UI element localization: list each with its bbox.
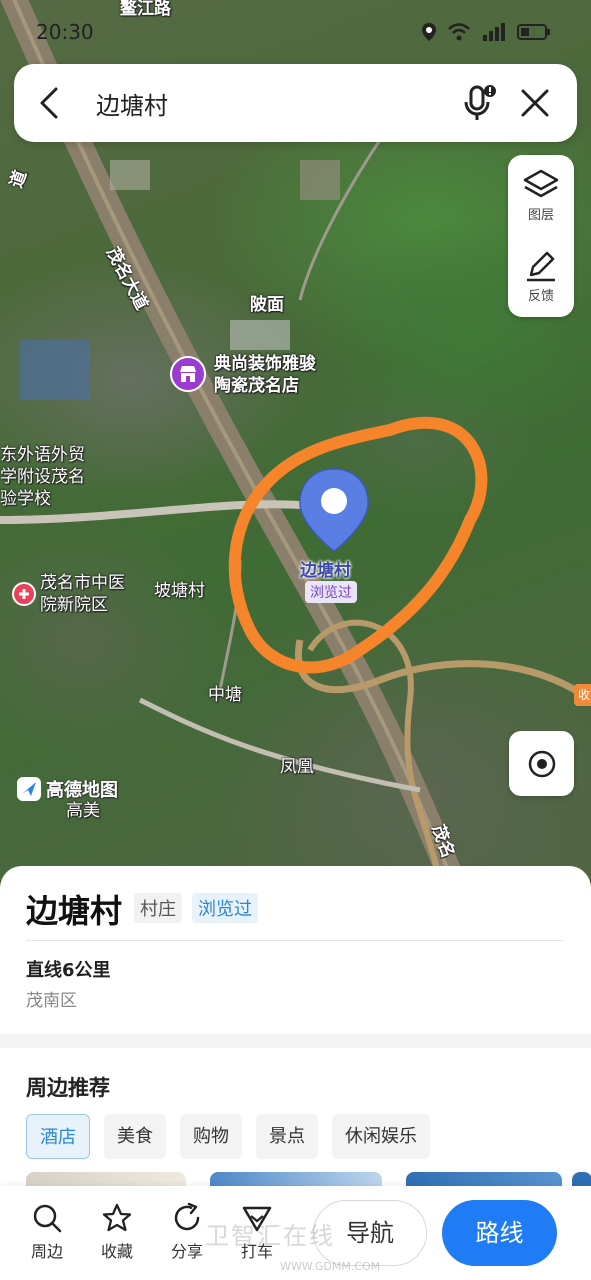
search-bar[interactable]: 边塘村 (14, 64, 577, 142)
map-label-potang: 坡塘村 (154, 581, 205, 601)
microphone-icon (464, 85, 496, 120)
back-arrow-icon (40, 87, 58, 119)
category-tab-scenic[interactable]: 景点 (256, 1114, 318, 1159)
search-query[interactable]: 边塘村 (84, 86, 451, 121)
status-time: 20:30 (36, 20, 94, 44)
map-label-zhongtang: 中塘 (208, 685, 242, 705)
favorite-button[interactable]: 收藏 (89, 1202, 145, 1262)
voice-search-button[interactable] (451, 64, 507, 142)
category-tab-shopping[interactable]: 购物 (180, 1114, 242, 1159)
status-icons (421, 22, 551, 42)
watermark: 卫智汇在线 (205, 1222, 335, 1250)
amap-logo-icon (17, 777, 41, 801)
feedback-pencil-icon (527, 251, 555, 282)
nearby-label: 周边 (30, 1242, 63, 1261)
store-poi-icon[interactable] (170, 356, 206, 392)
section-separator (0, 1034, 591, 1048)
wifi-icon (448, 23, 470, 41)
map-tools: 图层 反馈 (508, 155, 574, 317)
close-icon (521, 89, 549, 117)
watermark-url: WWW.GDMM.COM (280, 1260, 381, 1273)
divider (26, 940, 564, 941)
nearby-title: 周边推荐 (26, 1076, 110, 1100)
place-name: 边塘村 (26, 892, 123, 930)
map-label-lingmian: 陂面 (250, 295, 284, 315)
category-tab-leisure[interactable]: 休闲娱乐 (332, 1114, 430, 1159)
feedback-label: 反馈 (527, 289, 554, 304)
place-type-badge: 村庄 (134, 893, 182, 923)
map-label-poi-store[interactable]: 典尚装饰雅骏 陶瓷茂名店 (214, 353, 316, 397)
favorite-label: 收藏 (100, 1242, 133, 1261)
share-icon (174, 1202, 200, 1231)
route-button[interactable]: 路线 (442, 1200, 557, 1266)
category-tab-food[interactable]: 美食 (104, 1114, 166, 1159)
layers-icon (523, 169, 559, 198)
nearby-categories: 酒店 美食 购物 景点 休闲娱乐 (26, 1114, 430, 1159)
layers-label: 图层 (527, 208, 554, 223)
amap-brand: 高德地图 (16, 776, 118, 802)
search-icon (33, 1204, 62, 1233)
map-label-school[interactable]: 东外语外贸 学附设茂名 验学校 (0, 444, 85, 510)
location-status-icon (422, 23, 436, 41)
signal-icon (483, 23, 505, 41)
pin-viewed-badge: 浏览过 (305, 581, 357, 603)
close-button[interactable] (507, 64, 563, 142)
map-label-fenghuang: 凤凰 (280, 757, 314, 777)
status-bar: 20:30 (0, 0, 591, 64)
locate-icon (528, 750, 555, 777)
layers-button[interactable]: 图层 (508, 155, 574, 236)
category-tab-hotel[interactable]: 酒店 (26, 1114, 90, 1159)
star-icon (102, 1203, 132, 1232)
locate-me-button[interactable] (509, 731, 574, 796)
hospital-icon[interactable] (12, 582, 36, 606)
nearby-button[interactable]: 周边 (19, 1202, 75, 1262)
battery-icon (517, 24, 550, 40)
share-label: 分享 (170, 1242, 203, 1261)
place-distance: 直线6公里 (26, 960, 111, 981)
place-district: 茂南区 (26, 991, 77, 1011)
location-pin-icon[interactable] (298, 467, 370, 557)
viewed-badge: 浏览过 (192, 893, 258, 923)
back-button[interactable] (14, 64, 84, 142)
map-label-hospital[interactable]: 茂名市中医 院新院区 (40, 572, 125, 616)
feedback-button[interactable]: 反馈 (508, 236, 574, 317)
map-edge-tag[interactable]: 收 (574, 684, 591, 706)
brand-name: 高德地图 (46, 780, 118, 801)
pin-label: 边塘村 (300, 561, 351, 581)
